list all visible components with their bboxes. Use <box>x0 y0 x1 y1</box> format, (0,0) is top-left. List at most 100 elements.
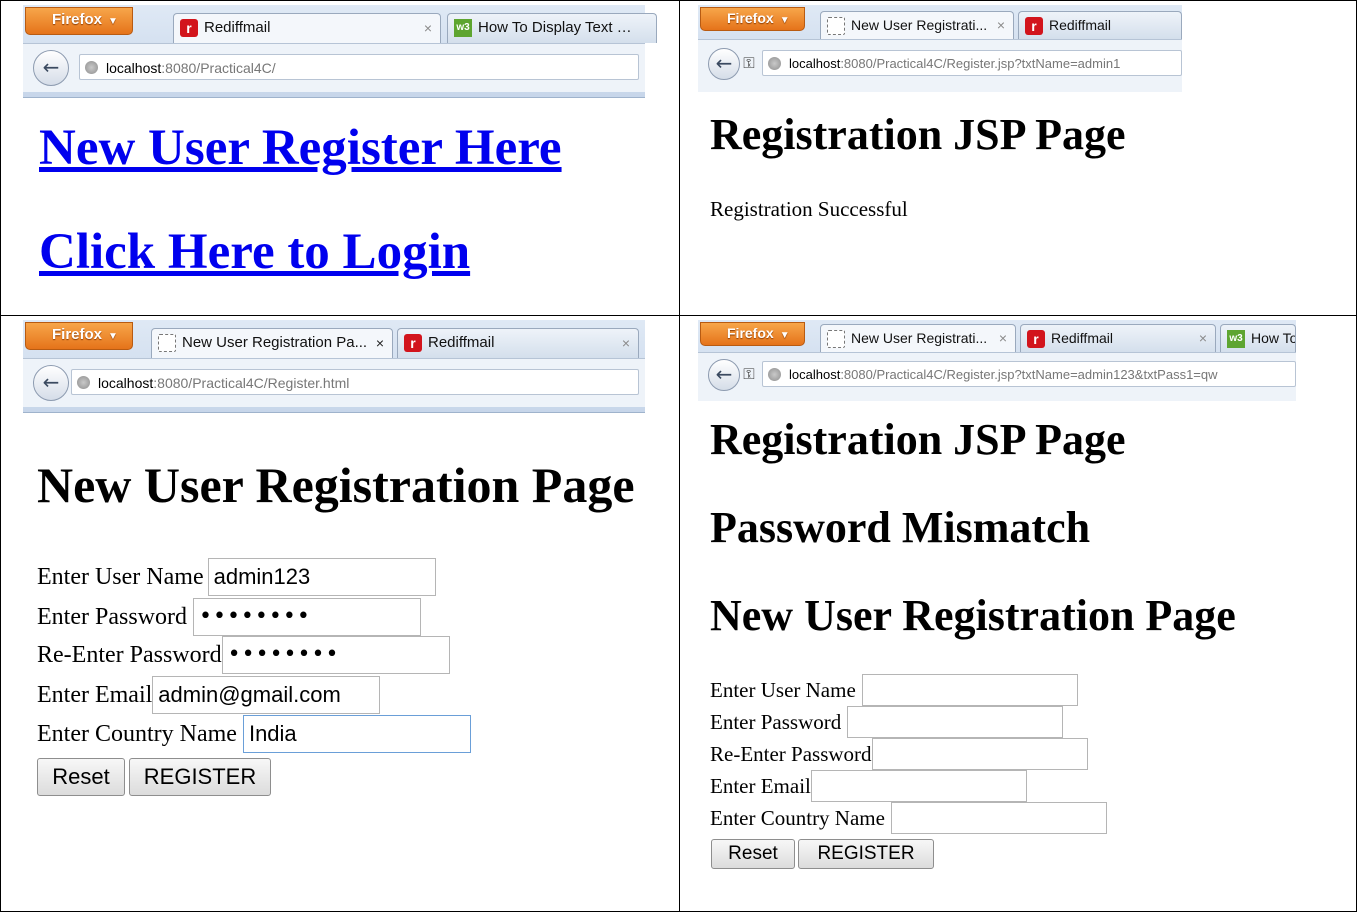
reenter-password-input[interactable]: •••••••• <box>221 636 450 674</box>
email-input[interactable]: admin@gmail.com <box>152 676 381 714</box>
browser-chrome: Firefox ▼ New User Registrati... × r Redi… <box>698 5 1182 92</box>
dropdown-arrow-icon: ▼ <box>779 330 790 341</box>
tab-label: Rediffmail <box>1051 330 1113 346</box>
url-path: :8080/Practical4C/ <box>161 60 276 76</box>
address-bar[interactable]: localhost:8080/Practical4C/ <box>79 54 639 80</box>
status-message: Registration Successful <box>710 197 908 221</box>
firefox-label: Firefox <box>727 325 774 341</box>
user-name-input[interactable] <box>861 674 1078 706</box>
tab-rediffmail[interactable]: r Rediffmail × <box>1020 324 1216 352</box>
firefox-label: Firefox <box>727 10 774 26</box>
form-row-password: Enter Password <box>710 706 1064 738</box>
email-label: Enter Email <box>37 681 153 708</box>
form-row-email: Enter Email <box>710 770 1027 802</box>
back-arrow-icon[interactable]: ← <box>708 359 740 391</box>
country-label: Enter Country Name <box>37 720 237 747</box>
panel-password-mismatch: Firefox ▼ New User Registrati... × r Redi… <box>679 315 1357 912</box>
close-tab-icon[interactable]: × <box>622 329 630 357</box>
w3schools-favicon-icon: w3 <box>1227 330 1245 348</box>
login-link[interactable]: Click Here to Login <box>39 223 470 281</box>
reenter-password-label: Re-Enter Password <box>37 641 222 668</box>
url-host: localhost <box>789 56 841 71</box>
blank-page-icon <box>827 330 845 348</box>
tab-label: Rediffmail <box>204 19 271 36</box>
register-button[interactable]: REGISTER <box>129 758 271 796</box>
page-heading: Registration JSP Page <box>710 110 1126 159</box>
firefox-menu-button[interactable]: Firefox ▼ <box>700 322 805 346</box>
page-heading: New User Registration Page <box>37 457 635 513</box>
close-tab-icon[interactable]: × <box>376 329 384 357</box>
tab-label: How To <box>1251 330 1296 346</box>
tab-new-user-registration[interactable]: New User Registration Pa... × <box>151 328 393 358</box>
form-row-country: Enter Country Name India <box>37 715 471 753</box>
password-label: Enter Password <box>37 603 187 630</box>
email-input[interactable] <box>810 770 1027 802</box>
nav-bar: ← ⚿ localhost:8080/Practical4C/Register.… <box>698 352 1296 401</box>
blank-page-icon <box>158 334 176 352</box>
form-row-user-name: Enter User Name admin123 <box>37 558 436 596</box>
tab-new-user-registration[interactable]: New User Registrati... × <box>820 11 1014 39</box>
panel-registration-success: Firefox ▼ New User Registrati... × r Redi… <box>679 0 1357 316</box>
nav-bar: ← localhost:8080/Practical4C/Register.ht… <box>23 358 645 407</box>
reset-button[interactable]: Reset <box>37 758 125 796</box>
nav-bar: ← localhost:8080/Practical4C/ <box>23 43 645 92</box>
address-bar[interactable]: localhost:8080/Practical4C/Register.jsp?… <box>762 361 1296 387</box>
tab-bar: Firefox ▼ New User Registrati... × r Redi… <box>698 5 1182 39</box>
address-bar[interactable]: localhost:8080/Practical4C/Register.html <box>71 369 639 395</box>
panel-registration-form: Firefox ▼ New User Registration Pa... × r… <box>0 315 680 912</box>
blank-page-icon <box>827 17 845 35</box>
form-row-reenter-password: Re-Enter Password •••••••• <box>37 636 450 674</box>
tab-how-to-display-text[interactable]: w3 How To Display Text … <box>447 13 657 43</box>
new-user-register-link[interactable]: New User Register Here <box>39 119 562 177</box>
tab-label: New User Registration Pa... <box>182 334 368 351</box>
reenter-password-input[interactable] <box>871 738 1088 770</box>
key-icon: ⚿ <box>743 365 755 383</box>
tab-rediffmail[interactable]: r Rediffmail × <box>173 13 441 43</box>
tab-new-user-registration[interactable]: New User Registrati... × <box>820 324 1016 352</box>
tab-label: New User Registrati... <box>851 17 988 33</box>
tab-bar: Firefox ▼ r Rediffmail × w3 How To Displa… <box>23 5 657 43</box>
error-message: Password Mismatch <box>710 503 1091 552</box>
firefox-menu-button[interactable]: Firefox ▼ <box>700 7 805 31</box>
tab-label: Rediffmail <box>428 334 495 351</box>
tab-how-to[interactable]: w3 How To <box>1220 324 1296 352</box>
dropdown-arrow-icon: ▼ <box>779 15 790 26</box>
country-input[interactable] <box>890 802 1107 834</box>
tab-label: Rediffmail <box>1049 17 1111 33</box>
password-input[interactable] <box>847 706 1064 738</box>
panel-home: Firefox ▼ r Rediffmail × w3 How To Displa… <box>0 0 680 316</box>
url-path: :8080/Practical4C/Register.jsp?txtName=a… <box>840 367 1218 382</box>
close-tab-icon[interactable]: × <box>424 14 432 42</box>
globe-icon <box>768 368 781 381</box>
form-row-user-name: Enter User Name <box>710 674 1078 706</box>
rediffmail-favicon-icon: r <box>404 334 422 352</box>
url-path: :8080/Practical4C/Register.html <box>153 375 350 391</box>
rediffmail-favicon-icon: r <box>180 19 198 37</box>
firefox-menu-button[interactable]: Firefox ▼ <box>25 7 133 35</box>
tab-bar: Firefox ▼ New User Registration Pa... × r… <box>23 320 645 358</box>
user-name-label: Enter User Name <box>710 677 856 702</box>
firefox-menu-button[interactable]: Firefox ▼ <box>25 322 133 350</box>
rediffmail-favicon-icon: r <box>1025 17 1043 35</box>
reset-button[interactable]: Reset <box>711 839 795 869</box>
country-input[interactable]: India <box>242 715 471 753</box>
close-tab-icon[interactable]: × <box>997 12 1005 38</box>
close-tab-icon[interactable]: × <box>1199 325 1207 351</box>
back-arrow-icon[interactable]: ← <box>33 50 69 86</box>
url-path: :8080/Practical4C/Register.jsp?txtName=a… <box>840 56 1121 71</box>
email-label: Enter Email <box>710 773 811 798</box>
tab-label: New User Registrati... <box>851 330 988 346</box>
tab-rediffmail[interactable]: r Rediffmail <box>1018 11 1182 39</box>
register-button[interactable]: REGISTER <box>798 839 934 869</box>
url-host: localhost <box>106 60 162 76</box>
back-arrow-icon[interactable]: ← <box>33 365 69 401</box>
nav-bar: ← ⚿ localhost:8080/Practical4C/Register.… <box>698 39 1182 92</box>
close-tab-icon[interactable]: × <box>999 325 1007 351</box>
back-arrow-icon[interactable]: ← <box>708 48 740 80</box>
browser-chrome: Firefox ▼ r Rediffmail × w3 How To Displa… <box>23 5 657 98</box>
form-heading: New User Registration Page <box>710 591 1236 640</box>
user-name-input[interactable]: admin123 <box>207 558 436 596</box>
password-input[interactable]: •••••••• <box>192 598 421 636</box>
tab-rediffmail[interactable]: r Rediffmail × <box>397 328 639 358</box>
address-bar[interactable]: localhost:8080/Practical4C/Register.jsp?… <box>762 50 1182 76</box>
